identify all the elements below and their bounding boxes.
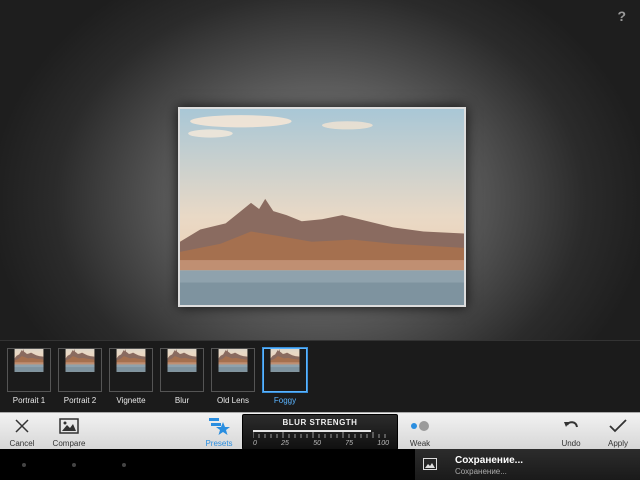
- tick-label: 100: [377, 440, 389, 447]
- toggle-dots-icon: [406, 415, 434, 437]
- preset-thumbnail: [7, 348, 51, 392]
- presets-button[interactable]: Presets: [202, 415, 236, 448]
- main-photo: [178, 107, 466, 307]
- compare-button[interactable]: Compare: [50, 415, 88, 448]
- blur-strength-title: BLUR STRENGTH: [282, 418, 358, 427]
- preset-thumbnail: [58, 348, 102, 392]
- recents-nav-dot[interactable]: [122, 463, 126, 467]
- apply-label: Apply: [607, 439, 628, 448]
- preset-old-lens[interactable]: Old Lens: [211, 348, 255, 405]
- tick-label: 50: [313, 440, 321, 447]
- preset-thumbnail: [160, 348, 204, 392]
- image-icon: [50, 415, 88, 437]
- cancel-button[interactable]: Cancel: [6, 415, 38, 448]
- preset-portrait-2[interactable]: Portrait 2: [58, 348, 102, 405]
- undo-button[interactable]: Undo: [558, 415, 584, 448]
- checkmark-icon: [604, 415, 632, 437]
- preset-thumbnail: [109, 348, 153, 392]
- undo-icon: [558, 415, 584, 437]
- presets-icon: [202, 415, 236, 437]
- preset-label: Foggy: [273, 396, 297, 405]
- compare-label: Compare: [52, 439, 86, 448]
- apply-button[interactable]: Apply: [604, 415, 632, 448]
- preset-blur[interactable]: Blur: [160, 348, 204, 405]
- tick-label: 0: [253, 440, 257, 447]
- bottom-toolbar: Cancel Compare Presets BLUR STRENGTH 0 2…: [0, 412, 640, 450]
- photo-stage: ?: [0, 0, 640, 340]
- preset-thumbnail: [211, 348, 255, 392]
- blur-strength-slider[interactable]: BLUR STRENGTH 0 25 50 75 100: [242, 414, 398, 450]
- tick-label: 25: [281, 440, 289, 447]
- back-nav-dot[interactable]: [22, 463, 26, 467]
- close-icon: [6, 415, 38, 437]
- cancel-label: Cancel: [9, 439, 35, 448]
- notification-subtitle: Сохранение...: [455, 467, 507, 476]
- preset-portrait-1[interactable]: Portrait 1: [7, 348, 51, 405]
- help-icon[interactable]: ?: [617, 8, 626, 24]
- preset-thumbnail: [263, 348, 307, 392]
- preset-vignette[interactable]: Vignette: [109, 348, 153, 405]
- weak-toggle[interactable]: Weak: [406, 415, 434, 448]
- undo-label: Undo: [561, 439, 581, 448]
- preset-label: Old Lens: [216, 396, 250, 405]
- tick-label: 75: [345, 440, 354, 447]
- saving-notification[interactable]: Сохранение... Сохранение...: [415, 449, 640, 480]
- slider-tick-labels: 0 25 50 75 100: [253, 440, 389, 447]
- image-icon: [423, 458, 437, 470]
- home-nav-dot[interactable]: [72, 463, 76, 467]
- notification-title: Сохранение...: [455, 455, 523, 466]
- preset-foggy[interactable]: Foggy: [263, 348, 307, 405]
- weak-label: Weak: [409, 439, 431, 448]
- presets-label: Presets: [205, 439, 233, 448]
- slider-scale: [253, 430, 386, 438]
- preset-strip: Portrait 1 Portrait 2 Vignette Blur Old …: [0, 340, 640, 413]
